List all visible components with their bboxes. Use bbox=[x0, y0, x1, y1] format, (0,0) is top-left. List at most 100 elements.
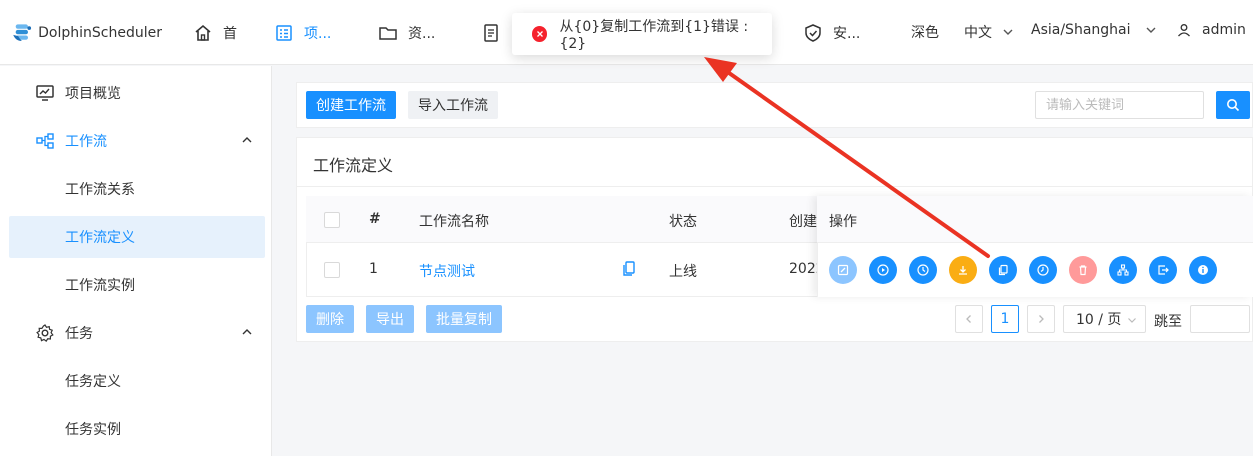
chevron-down-icon bbox=[1003, 29, 1013, 35]
batch-export-button[interactable]: 导出 bbox=[366, 305, 414, 333]
sidebar-item-task-definition[interactable]: 任务定义 bbox=[9, 360, 265, 402]
user-menu[interactable]: admin bbox=[1177, 22, 1246, 38]
workflow-name-link[interactable]: 节点测试 bbox=[419, 261, 475, 281]
copy-name-icon[interactable] bbox=[622, 261, 636, 277]
sidebar: 项目概览 工作流 工作流关系 工作流定义 工作流实例 任务 任务定义 任务实例 bbox=[0, 66, 272, 456]
info-icon bbox=[1198, 265, 1208, 275]
language-label: 中文 bbox=[964, 25, 992, 41]
export-button[interactable] bbox=[1149, 256, 1177, 284]
sidebar-item-label: 项目概览 bbox=[65, 86, 121, 102]
tree-view-button[interactable] bbox=[1109, 256, 1137, 284]
offline-button[interactable] bbox=[949, 256, 977, 284]
timezone-label: Asia/Shanghai bbox=[1031, 22, 1131, 38]
folder-icon bbox=[378, 23, 398, 43]
select-all-checkbox[interactable] bbox=[324, 212, 340, 228]
tree-icon bbox=[1117, 264, 1129, 276]
chevron-up-icon bbox=[242, 137, 252, 143]
sidebar-item-label: 工作流定义 bbox=[65, 230, 135, 246]
chevron-down-icon bbox=[1128, 318, 1136, 323]
sidebar-item-workflow-definition[interactable]: 工作流定义 bbox=[9, 216, 265, 258]
search-input[interactable] bbox=[1035, 91, 1204, 119]
timer-icon bbox=[1037, 264, 1049, 276]
clock-icon bbox=[917, 264, 929, 276]
version-info-button[interactable] bbox=[1189, 256, 1217, 284]
monitor-icon bbox=[35, 83, 55, 103]
sidebar-item-workflow[interactable]: 工作流 bbox=[9, 120, 265, 162]
nav-security[interactable]: 安... bbox=[803, 20, 860, 46]
row-status: 上线 bbox=[669, 264, 697, 280]
operations-header bbox=[817, 196, 1253, 243]
download-icon bbox=[959, 266, 967, 275]
delete-button[interactable] bbox=[1069, 256, 1097, 284]
search-button[interactable] bbox=[1216, 91, 1250, 119]
page-1-button[interactable]: 1 bbox=[991, 305, 1019, 333]
nav-resource-label: 资... bbox=[408, 26, 436, 42]
home-icon bbox=[193, 23, 213, 43]
language-select[interactable]: 中文 bbox=[964, 22, 1014, 42]
sidebar-item-label: 任务实例 bbox=[65, 422, 121, 438]
prev-page-button[interactable] bbox=[955, 305, 983, 333]
nav-project[interactable]: 项... bbox=[274, 20, 331, 46]
col-name-header: 工作流名称 bbox=[419, 214, 489, 230]
chevron-down-icon bbox=[1146, 27, 1155, 33]
app-logo[interactable]: DolphinScheduler bbox=[12, 16, 162, 50]
batch-copy-button[interactable]: 批量复制 bbox=[426, 305, 502, 333]
error-icon bbox=[532, 26, 548, 42]
user-name: admin bbox=[1202, 22, 1246, 38]
nav-security-label: 安... bbox=[833, 26, 861, 42]
nav-datasource[interactable] bbox=[481, 20, 511, 46]
chevron-up-icon bbox=[242, 329, 252, 335]
jump-label: 跳至 bbox=[1154, 314, 1182, 330]
start-button[interactable] bbox=[869, 256, 897, 284]
chevron-left-icon bbox=[966, 315, 971, 323]
timezone-select[interactable]: Asia/Shanghai bbox=[1031, 22, 1157, 38]
jump-input[interactable] bbox=[1190, 305, 1250, 333]
document-icon bbox=[481, 23, 501, 43]
sidebar-item-workflow-relation[interactable]: 工作流关系 bbox=[9, 168, 265, 210]
timing-button[interactable] bbox=[909, 256, 937, 284]
sidebar-item-label: 工作流关系 bbox=[65, 182, 135, 198]
theme-toggle[interactable]: 深色 bbox=[911, 22, 939, 42]
sidebar-item-label: 工作流 bbox=[65, 134, 107, 150]
sidebar-item-label: 任务 bbox=[65, 326, 93, 342]
dolphin-logo-icon bbox=[13, 24, 32, 41]
copy-icon bbox=[998, 264, 1008, 276]
page-size-label: 10 / 页 bbox=[1076, 312, 1122, 328]
nav-resource[interactable]: 资... bbox=[378, 20, 435, 46]
col-status-header: 状态 bbox=[669, 214, 697, 230]
edit-icon bbox=[837, 264, 849, 276]
chevron-right-icon bbox=[1039, 315, 1044, 323]
col-created-header: 创建 bbox=[789, 214, 817, 230]
nav-project-label: 项... bbox=[304, 26, 332, 42]
delete-icon bbox=[1079, 265, 1087, 276]
divider bbox=[296, 186, 1253, 187]
sidebar-item-task[interactable]: 任务 bbox=[9, 312, 265, 354]
sidebar-item-workflow-instance[interactable]: 工作流实例 bbox=[9, 264, 265, 306]
user-icon bbox=[1178, 24, 1190, 37]
sidebar-item-label: 工作流实例 bbox=[65, 278, 135, 294]
play-icon bbox=[877, 264, 889, 276]
next-page-button[interactable] bbox=[1027, 305, 1055, 333]
project-icon bbox=[274, 23, 294, 43]
workflow-icon bbox=[35, 131, 55, 151]
toast-message: 从{0}复制工作流到{1}错误 : {2} bbox=[559, 19, 749, 52]
page-size-select[interactable]: 10 / 页 bbox=[1063, 305, 1146, 333]
nav-home-label: 首 bbox=[223, 26, 237, 42]
error-toast: 从{0}复制工作流到{1}错误 : {2} bbox=[512, 13, 772, 55]
sidebar-item-project-overview[interactable]: 项目概览 bbox=[9, 72, 265, 114]
edit-button[interactable] bbox=[829, 256, 857, 284]
sidebar-item-task-instance[interactable]: 任务实例 bbox=[9, 408, 265, 450]
batch-delete-button[interactable]: 删除 bbox=[306, 305, 354, 333]
shield-icon bbox=[803, 23, 823, 43]
row-index: 1 bbox=[369, 261, 378, 277]
import-workflow-button[interactable]: 导入工作流 bbox=[408, 91, 498, 119]
row-checkbox[interactable] bbox=[324, 262, 340, 278]
export-icon bbox=[1158, 265, 1169, 275]
theme-label: 深色 bbox=[911, 25, 939, 41]
section-title: 工作流定义 bbox=[313, 156, 394, 175]
copy-workflow-button[interactable] bbox=[989, 256, 1017, 284]
app-name: DolphinScheduler bbox=[38, 25, 162, 41]
nav-home[interactable]: 首 bbox=[193, 20, 237, 46]
create-workflow-button[interactable]: 创建工作流 bbox=[306, 91, 396, 119]
cron-manage-button[interactable] bbox=[1029, 256, 1057, 284]
